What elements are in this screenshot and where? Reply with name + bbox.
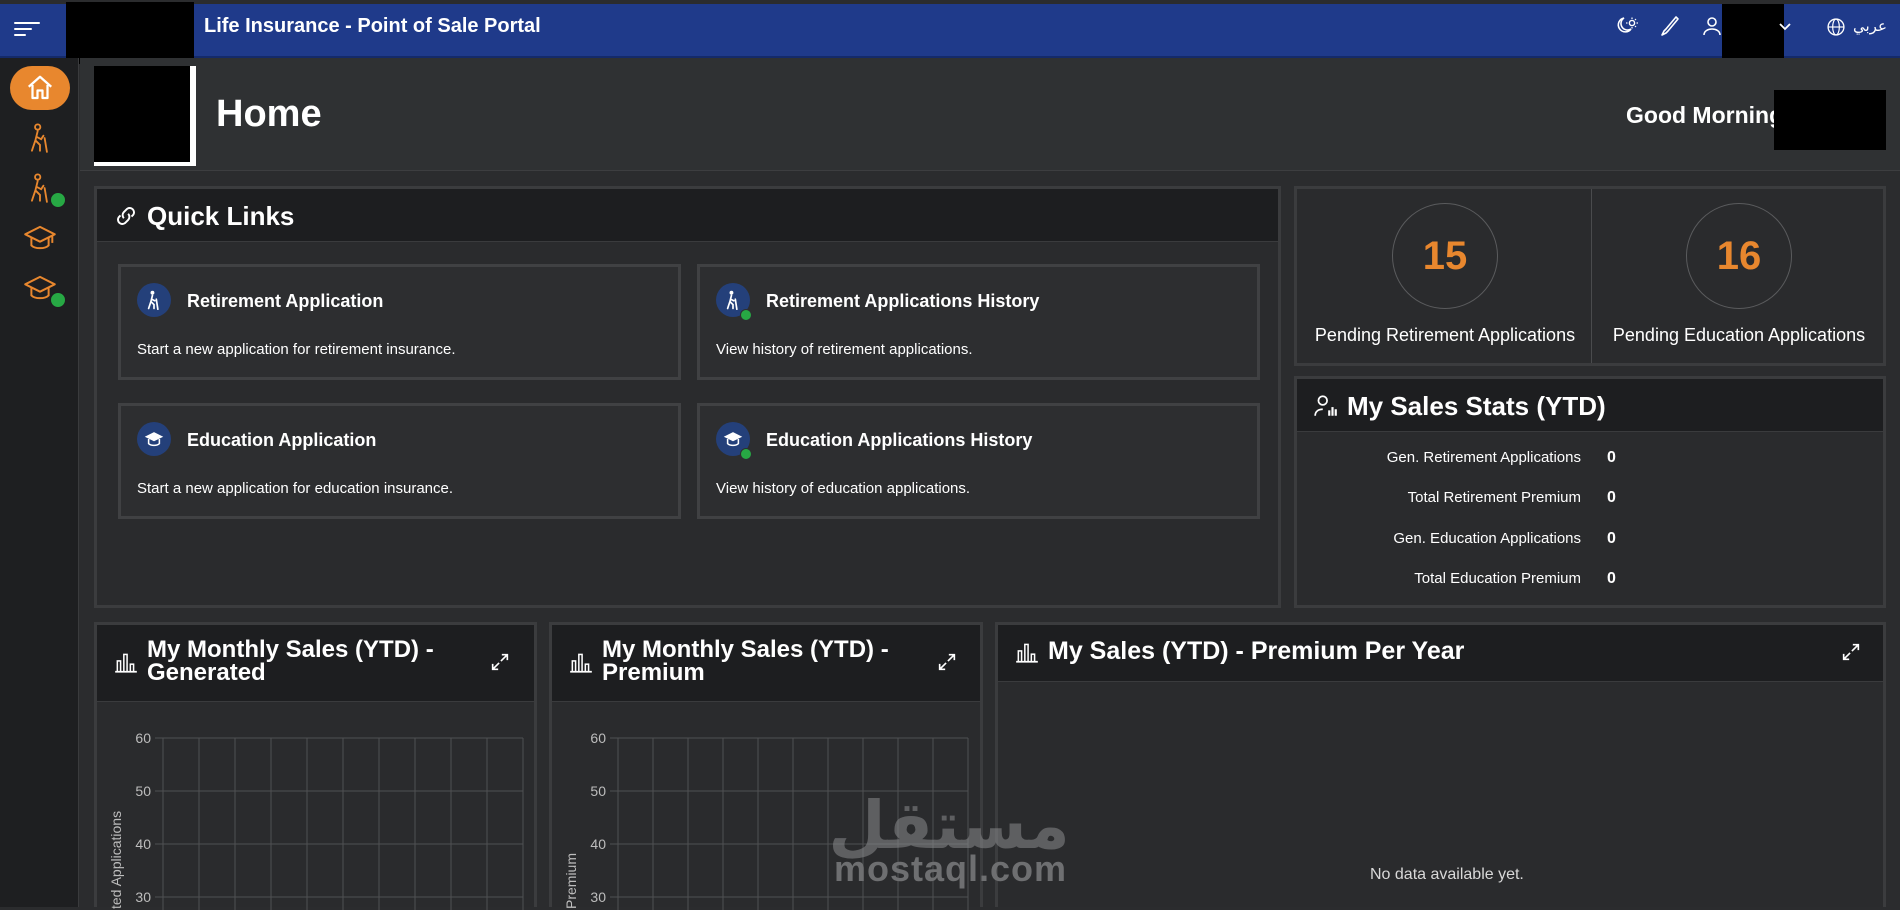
stat-row: Gen. Education Applications 0 [1297, 530, 1877, 560]
y-axis-label: Premium [563, 853, 579, 909]
quick-links-title: Quick Links [147, 201, 295, 231]
user-chart-icon [1314, 395, 1337, 416]
pending-retirement-counter[interactable]: 15 Pending Retirement Applications [1297, 203, 1593, 346]
nav-retirement-history[interactable] [10, 166, 70, 210]
nav-home[interactable] [10, 66, 70, 110]
watermark-text: mostaql.com [834, 848, 1068, 889]
stat-value: 0 [1607, 449, 1616, 466]
clock-badge-icon [740, 309, 752, 321]
card-title: Retirement Application [187, 291, 384, 311]
quick-links-panel: Quick Links Retirement Application Start… [94, 186, 1281, 608]
expand-icon[interactable] [489, 651, 511, 673]
sales-stats-panel: My Sales Stats (YTD) Gen. Retirement App… [1294, 376, 1886, 608]
theme-toggle-icon[interactable] [1615, 14, 1639, 38]
page-title: Home [216, 93, 322, 135]
card-title: Education Application [187, 430, 377, 450]
pending-counters-panel: 15 Pending Retirement Applications 16 Pe… [1294, 186, 1886, 366]
stat-row: Gen. Retirement Applications 0 [1297, 449, 1877, 479]
redacted-logo [66, 2, 194, 64]
counter-label: Pending Retirement Applications [1314, 325, 1576, 345]
y-tick-label: 50 [135, 783, 151, 799]
stat-value: 0 [1607, 530, 1616, 547]
stat-label: Total Retirement Premium [1407, 489, 1581, 506]
nav-education[interactable] [10, 216, 70, 260]
nav-retirement[interactable] [10, 116, 70, 160]
clock-badge-icon [50, 192, 66, 208]
chart-header: My Sales (YTD) - Premium Per Year [998, 625, 1883, 682]
graduation-cap-icon [24, 225, 56, 250]
card-title: Education Applications History [766, 430, 1033, 450]
stat-row: Total Education Premium 0 [1297, 570, 1877, 600]
stat-label: Total Education Premium [1414, 570, 1581, 587]
y-tick-label: 60 [590, 730, 606, 746]
chart-title: My Monthly Sales (YTD) - Generated [147, 636, 434, 686]
y-tick-label: 40 [135, 836, 151, 852]
retirement-history-card[interactable]: Retirement Applications History View his… [697, 264, 1260, 380]
expand-icon[interactable] [1840, 641, 1862, 663]
chart-title: My Monthly Sales (YTD) - Premium [602, 636, 889, 686]
card-description: Start a new application for retirement i… [137, 341, 456, 358]
pending-education-counter[interactable]: 16 Pending Education Applications [1591, 203, 1887, 346]
counter-value: 16 [1686, 203, 1792, 309]
stat-row: Total Retirement Premium 0 [1297, 489, 1877, 519]
y-tick-label: 40 [590, 836, 606, 852]
menu-icon[interactable] [14, 18, 40, 42]
globe-icon[interactable] [1826, 17, 1846, 37]
expand-icon[interactable] [936, 651, 958, 673]
chart-plot-area: 30 40 50 60 ted Applications [108, 730, 524, 910]
stat-label: Gen. Education Applications [1393, 530, 1581, 547]
redacted-avatar [94, 66, 190, 162]
user-icon[interactable] [1700, 14, 1724, 38]
chart-header: My Monthly Sales (YTD) - Generated [97, 625, 534, 702]
y-tick-label: 30 [135, 889, 151, 905]
card-title: Retirement Applications History [766, 291, 1040, 311]
app-title: Life Insurance - Point of Sale Portal [204, 15, 541, 37]
education-application-card[interactable]: Education Application Start a new applic… [118, 403, 681, 519]
nav-education-history[interactable] [10, 266, 70, 310]
retirement-application-card[interactable]: Retirement Application Start a new appli… [118, 264, 681, 380]
retirement-icon [137, 283, 171, 317]
card-description: View history of retirement applications. [716, 341, 973, 358]
link-icon [117, 207, 135, 225]
language-switch[interactable]: عربي [1853, 17, 1887, 35]
clock-badge-icon [50, 292, 66, 308]
sales-stats-title: My Sales Stats (YTD) [1347, 391, 1606, 421]
no-data-message: No data available yet. [1370, 866, 1524, 883]
y-tick-label: 50 [590, 783, 606, 799]
quick-links-header: Quick Links [97, 189, 1278, 242]
premium-per-year-chart-panel: My Sales (YTD) - Premium Per Year [995, 622, 1886, 907]
education-history-card[interactable]: Education Applications History View hist… [697, 403, 1260, 519]
card-description: Start a new application for education in… [137, 480, 454, 497]
graduation-cap-icon [137, 422, 171, 456]
redacted-user-name [1774, 90, 1886, 150]
bar-chart-icon [115, 653, 137, 673]
left-navigation [0, 58, 79, 907]
counter-label: Pending Education Applications [1612, 325, 1866, 345]
y-tick-label: 30 [590, 889, 606, 905]
stat-value: 0 [1607, 570, 1616, 587]
y-axis-label: ted Applications [108, 811, 124, 909]
elderly-person-icon [30, 123, 48, 153]
chart-title: My Sales (YTD) - Premium Per Year [1048, 637, 1465, 665]
sales-stats-header: My Sales Stats (YTD) [1297, 379, 1883, 432]
home-icon [28, 75, 52, 100]
card-description: View history of education applications. [716, 480, 971, 497]
greeting-text: Good Morning, [1626, 102, 1790, 128]
monthly-generated-chart-panel: My Monthly Sales (YTD) - Generated 30 40 50… [94, 622, 537, 910]
bar-chart-icon [1016, 643, 1038, 663]
redacted-username [1722, 4, 1784, 64]
stat-value: 0 [1607, 489, 1616, 506]
brush-icon[interactable] [1657, 14, 1681, 38]
stat-label: Gen. Retirement Applications [1386, 449, 1581, 466]
chevron-down-icon[interactable] [1777, 18, 1793, 34]
chart-header: My Monthly Sales (YTD) - Premium [552, 625, 980, 702]
y-tick-label: 60 [135, 730, 151, 746]
bar-chart-icon [570, 653, 592, 673]
counter-value: 15 [1392, 203, 1498, 309]
clock-badge-icon [740, 448, 752, 460]
